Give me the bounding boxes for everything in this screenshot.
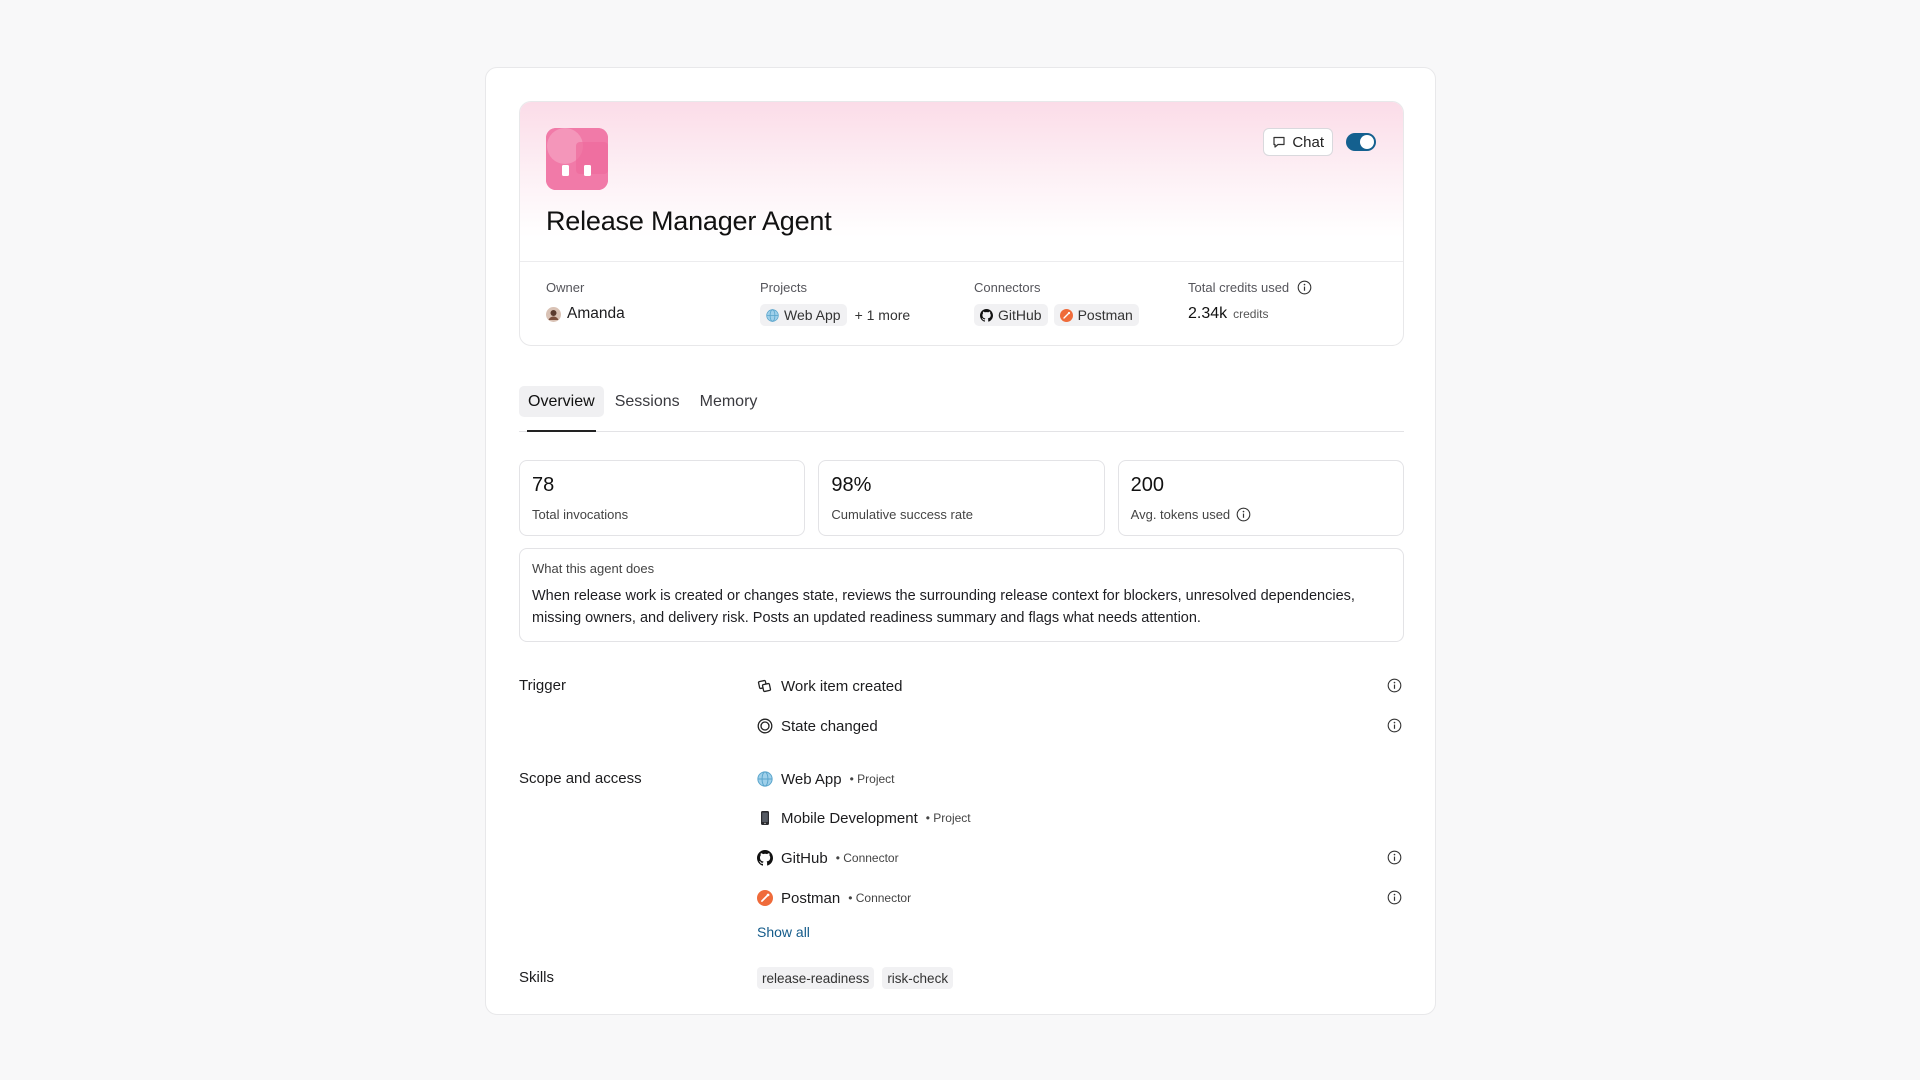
info-icon[interactable] bbox=[1387, 850, 1402, 865]
agent-logo-icon bbox=[546, 128, 608, 190]
connector-label: GitHub bbox=[998, 307, 1042, 323]
scope-type: • Project bbox=[849, 772, 895, 786]
trigger-item-state-changed: State changed bbox=[757, 714, 1402, 738]
credits-label: Total credits used bbox=[1188, 280, 1290, 295]
show-all-link[interactable]: Show all bbox=[757, 924, 810, 940]
info-icon[interactable] bbox=[1387, 718, 1402, 733]
agent-description-card: What this agent does When release work i… bbox=[519, 548, 1404, 642]
stat-value: 78 bbox=[532, 474, 555, 496]
credits-unit: credits bbox=[1233, 307, 1269, 321]
globe-icon bbox=[757, 771, 773, 787]
scope-name: Mobile Development bbox=[781, 809, 918, 827]
owner-avatar bbox=[546, 306, 561, 322]
info-icon[interactable] bbox=[1387, 890, 1402, 905]
connector-chip-github[interactable]: GitHub bbox=[974, 304, 1048, 326]
skills-section-label: Skills bbox=[519, 969, 555, 986]
description-text: When release work is created or changes … bbox=[532, 588, 1355, 626]
projects-field: Projects Web App + 1 more bbox=[760, 280, 910, 326]
work-item-icon bbox=[757, 678, 773, 694]
project-chip-label: Web App bbox=[784, 307, 841, 323]
info-icon[interactable] bbox=[1236, 507, 1251, 522]
agent-header-card: Release Manager Agent Chat Owner Amanda bbox=[519, 101, 1404, 346]
agent-enabled-toggle[interactable] bbox=[1346, 133, 1376, 151]
stat-value: 98% bbox=[831, 474, 872, 496]
project-chip-web-app[interactable]: Web App bbox=[760, 304, 847, 326]
stat-value: 200 bbox=[1130, 474, 1165, 496]
owner-field: Owner Amanda bbox=[546, 280, 625, 323]
credits-value: 2.34k bbox=[1188, 305, 1228, 322]
credits-field: Total credits used 2.34k credits bbox=[1188, 280, 1312, 323]
owner-name[interactable]: Amanda bbox=[567, 305, 625, 323]
info-icon[interactable] bbox=[1387, 678, 1402, 693]
trigger-section-label: Trigger bbox=[519, 677, 566, 694]
connectors-field: Connectors GitHub Postman bbox=[974, 280, 1139, 326]
trigger-item-work-item-created: Work item created bbox=[757, 674, 1402, 698]
mobile-phone-icon bbox=[757, 810, 773, 826]
scope-type: • Connector bbox=[848, 891, 912, 905]
stat-card-avg-tokens: 200 Avg. tokens used bbox=[1117, 460, 1404, 536]
scope-name: GitHub bbox=[781, 849, 828, 867]
agent-meta-row: Owner Amanda Projects Web App + 1 more C… bbox=[520, 262, 1403, 345]
toggle-knob bbox=[1360, 135, 1374, 149]
connector-chip-postman[interactable]: Postman bbox=[1053, 304, 1139, 326]
scope-item-mobile-development[interactable]: Mobile Development • Project bbox=[757, 806, 1402, 830]
scope-item-postman[interactable]: Postman • Connector bbox=[757, 886, 1402, 910]
agent-detail-panel: Release Manager Agent Chat Owner Amanda bbox=[485, 67, 1436, 1015]
tab-sessions[interactable]: Sessions bbox=[606, 386, 689, 417]
agent-header-banner: Release Manager Agent Chat bbox=[520, 102, 1403, 262]
trigger-label: Work item created bbox=[781, 677, 903, 695]
trigger-label: State changed bbox=[781, 717, 878, 735]
chat-bubble-icon bbox=[1272, 135, 1286, 149]
agent-title: Release Manager Agent bbox=[546, 206, 832, 236]
scope-item-github[interactable]: GitHub • Connector bbox=[757, 846, 1402, 870]
stats-row: 78 Total invocations 98% Cumulative succ… bbox=[519, 460, 1404, 536]
connectors-label: Connectors bbox=[974, 280, 1041, 295]
chat-button-label: Chat bbox=[1292, 133, 1324, 151]
description-label: What this agent does bbox=[532, 561, 655, 576]
stat-card-success-rate: 98% Cumulative success rate bbox=[818, 460, 1105, 536]
projects-label: Projects bbox=[760, 280, 807, 295]
postman-icon bbox=[757, 890, 773, 906]
scope-name: Postman bbox=[781, 889, 841, 907]
chat-button[interactable]: Chat bbox=[1263, 128, 1333, 156]
postman-icon bbox=[1059, 308, 1073, 322]
skill-chip-risk-check[interactable]: risk-check bbox=[882, 967, 954, 989]
skill-chip-release-readiness[interactable]: release-readiness bbox=[757, 967, 875, 989]
scope-name: Web App bbox=[781, 770, 842, 788]
stat-label: Total invocations bbox=[532, 507, 629, 522]
projects-more-link[interactable]: + 1 more bbox=[855, 307, 911, 323]
info-icon[interactable] bbox=[1297, 280, 1312, 295]
scope-item-web-app[interactable]: Web App • Project bbox=[757, 767, 1402, 791]
scope-section-label: Scope and access bbox=[519, 770, 642, 787]
github-icon bbox=[757, 850, 773, 866]
tab-overview[interactable]: Overview bbox=[519, 386, 604, 432]
stat-card-invocations: 78 Total invocations bbox=[519, 460, 806, 536]
globe-icon bbox=[766, 308, 779, 322]
state-icon bbox=[757, 718, 773, 734]
tab-bar: Overview Sessions Memory bbox=[519, 386, 1404, 432]
scope-type: • Connector bbox=[835, 851, 899, 865]
tab-memory[interactable]: Memory bbox=[691, 386, 767, 417]
owner-label: Owner bbox=[546, 280, 585, 295]
scope-type: • Project bbox=[925, 811, 971, 825]
skills-list: release-readiness risk-check bbox=[757, 967, 954, 989]
stat-label: Avg. tokens used bbox=[1130, 507, 1231, 522]
stat-label: Cumulative success rate bbox=[831, 507, 973, 522]
connector-label: Postman bbox=[1077, 307, 1133, 323]
github-icon bbox=[980, 308, 993, 322]
